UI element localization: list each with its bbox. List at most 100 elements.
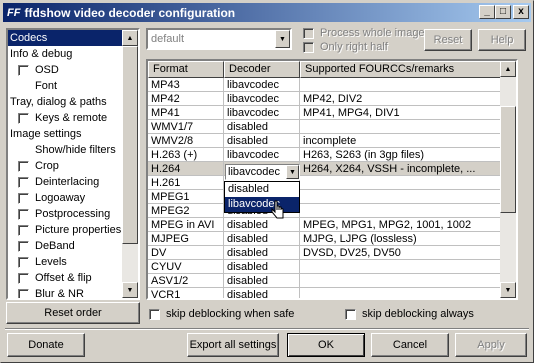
table-cell: MP41 xyxy=(148,106,224,120)
table-cell xyxy=(300,288,504,298)
decoder-select[interactable]: libavcodec ▼ xyxy=(225,164,300,180)
filter-checkbox[interactable] xyxy=(18,256,29,268)
sidebar-item[interactable]: Blur & NR xyxy=(8,286,124,300)
close-button[interactable]: x xyxy=(513,5,529,19)
filter-checkbox[interactable] xyxy=(18,224,29,236)
table-row[interactable]: MP41 libavcodec MP41, MPG4, DIV1 xyxy=(148,106,516,120)
table-row[interactable]: VCR1 disabled xyxy=(148,288,516,298)
sidebar-item[interactable]: Info & debug xyxy=(8,46,124,62)
process-whole-image-checkbox[interactable]: Process whole image xyxy=(303,27,425,39)
skip-when-safe-checkbox[interactable]: skip deblocking when safe xyxy=(149,308,294,320)
sidebar-item-label: Deinterlacing xyxy=(35,176,100,188)
scroll-thumb[interactable] xyxy=(500,106,516,213)
table-row[interactable]: H.264libavcodecH264, X264, VSSH - incomp… xyxy=(148,162,516,176)
dropdown-option-disabled[interactable]: disabled xyxy=(225,182,299,197)
table-cell: libavcodec xyxy=(224,78,300,92)
column-decoder[interactable]: Decoder xyxy=(224,61,300,78)
table-row[interactable]: MJPEG disabled MJPG, LJPG (lossless) xyxy=(148,232,516,246)
table-row[interactable]: WMV1/7 disabled xyxy=(148,120,516,134)
filter-checkbox[interactable] xyxy=(18,272,29,284)
reset-order-button[interactable]: Reset order xyxy=(6,302,140,324)
decoder-dropdown: disabled libavcodec xyxy=(224,181,300,213)
apply-button[interactable]: Apply xyxy=(455,333,527,357)
table-cell: incomplete xyxy=(300,134,504,148)
sidebar-item[interactable]: Postprocessing xyxy=(8,206,124,222)
table-row[interactable]: WMV2/8 disabled incomplete xyxy=(148,134,516,148)
minimize-button[interactable]: _ xyxy=(479,5,495,19)
table-cell: MP42 xyxy=(148,92,224,106)
table-cell: MPEG1 xyxy=(148,190,224,204)
donate-button[interactable]: Donate xyxy=(7,333,85,357)
column-fourccs[interactable]: Supported FOURCCs/remarks xyxy=(300,61,504,78)
sidebar-item[interactable]: Codecs xyxy=(8,30,124,46)
maximize-button[interactable]: □ xyxy=(495,5,511,19)
sidebar-item[interactable]: Picture properties xyxy=(8,222,124,238)
table-cell xyxy=(300,260,504,274)
table-cell: DV xyxy=(148,246,224,260)
export-all-settings-button[interactable]: Export all settings xyxy=(187,333,279,357)
sidebar-item[interactable]: Tray, dialog & paths xyxy=(8,94,124,110)
table-row[interactable]: MPEG1 xyxy=(148,190,516,204)
help-button[interactable]: Help xyxy=(478,29,526,51)
filter-checkbox[interactable] xyxy=(18,240,29,252)
filter-checkbox[interactable] xyxy=(18,208,29,220)
scroll-thumb[interactable] xyxy=(122,46,138,244)
scroll-down-icon[interactable]: ▼ xyxy=(500,282,516,298)
filter-checkbox[interactable] xyxy=(18,176,29,188)
chevron-down-icon[interactable]: ▼ xyxy=(275,30,290,48)
filter-checkbox[interactable] xyxy=(18,288,29,298)
filter-checkbox[interactable] xyxy=(18,192,29,204)
sidebar-item-label: Logoaway xyxy=(35,192,86,204)
scroll-up-icon[interactable]: ▲ xyxy=(122,30,138,46)
table-cell: MJPG, LJPG (lossless) xyxy=(300,232,504,246)
sidebar-item[interactable]: Logoaway xyxy=(8,190,124,206)
chevron-down-icon[interactable]: ▼ xyxy=(286,165,299,179)
sidebar-item[interactable]: DeBand xyxy=(8,238,124,254)
sidebar-item[interactable]: Deinterlacing xyxy=(8,174,124,190)
table-row[interactable]: MP42 libavcodec MP42, DIV2 xyxy=(148,92,516,106)
table-row[interactable]: ASV1/2 disabled xyxy=(148,274,516,288)
sidebar-item[interactable]: Show/hide filters xyxy=(8,142,124,158)
table-cell: VCR1 xyxy=(148,288,224,298)
table-row[interactable]: H.261 xyxy=(148,176,516,190)
reset-button[interactable]: Reset xyxy=(424,29,472,51)
ffdshow-logo-icon: FF xyxy=(7,6,21,19)
table-row[interactable]: CYUV disabled xyxy=(148,260,516,274)
title-bar[interactable]: FF ffdshow video decoder configuration _… xyxy=(3,3,531,22)
scroll-up-icon[interactable]: ▲ xyxy=(500,61,516,77)
sidebar-item-label: Font xyxy=(35,80,58,92)
dropdown-option-libavcodec[interactable]: libavcodec xyxy=(225,197,299,212)
table-row[interactable]: H.263 (+) libavcodec H263, S263 (in 3gp fi… xyxy=(148,148,516,162)
scroll-down-icon[interactable]: ▼ xyxy=(122,282,138,298)
table-cell xyxy=(300,274,504,288)
sidebar-item[interactable]: Levels xyxy=(8,254,124,270)
table-row[interactable]: MPEG2disabled xyxy=(148,204,516,218)
column-format[interactable]: Format xyxy=(148,61,224,78)
sidebar-item[interactable]: Image settings xyxy=(8,126,124,142)
ok-button[interactable]: OK xyxy=(287,333,365,357)
sidebar-item[interactable]: Offset & flip xyxy=(8,270,124,286)
sidebar-item[interactable]: Font xyxy=(8,78,124,94)
sidebar-item[interactable]: Keys & remote xyxy=(8,110,124,126)
sidebar-scrollbar[interactable]: ▲ ▼ xyxy=(122,30,138,298)
table-row[interactable]: MPEG in AVI disabled MPEG, MPG1, MPG2, 100… xyxy=(148,218,516,232)
filter-checkbox[interactable] xyxy=(18,112,29,124)
table-cell: WMV2/8 xyxy=(148,134,224,148)
sidebar-item-label: Blur & NR xyxy=(35,288,84,300)
table-row[interactable]: MP43 libavcodec xyxy=(148,78,516,92)
cancel-button[interactable]: Cancel xyxy=(371,333,449,357)
table-cell: MPEG, MPG1, MPG2, 1001, 1002 xyxy=(300,218,504,232)
table-scrollbar[interactable]: ▲ ▼ xyxy=(500,61,516,298)
table-cell xyxy=(300,120,504,134)
preset-select[interactable]: default ▼ xyxy=(146,28,292,50)
sidebar-list[interactable]: Codecs Info & debug OSD Font Tray, dialog & … xyxy=(6,28,140,300)
table-cell xyxy=(300,204,504,218)
mouse-cursor-icon xyxy=(271,200,284,219)
filter-checkbox[interactable] xyxy=(18,64,29,76)
sidebar-item[interactable]: Crop xyxy=(8,158,124,174)
sidebar-item[interactable]: OSD xyxy=(8,62,124,78)
skip-always-checkbox[interactable]: skip deblocking always xyxy=(345,308,474,320)
filter-checkbox[interactable] xyxy=(18,160,29,172)
only-right-half-checkbox[interactable]: Only right half xyxy=(303,41,388,53)
table-row[interactable]: DV disabled DVSD, DV25, DV50 xyxy=(148,246,516,260)
